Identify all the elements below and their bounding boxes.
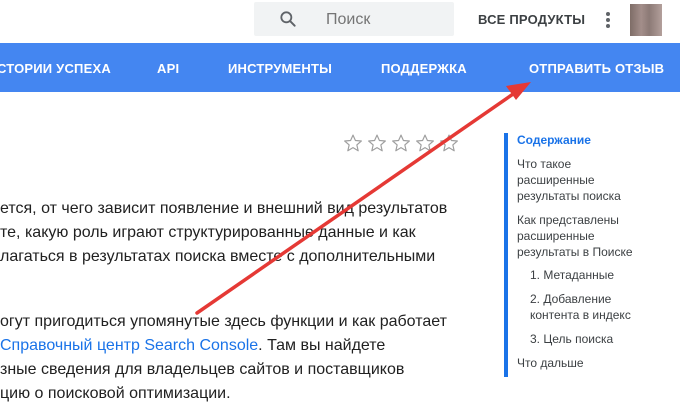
star-outline-icon[interactable] (343, 133, 363, 153)
body-text-line: Справочный центр Search Console. Там вы … (0, 334, 385, 358)
toc-subitem[interactable]: контента в индекс (530, 307, 631, 323)
top-bar: Поиск ВСЕ ПРОДУКТЫ (0, 0, 680, 40)
body-text-line: ется, от чего зависит появление и внешни… (0, 200, 448, 217)
star-outline-icon[interactable] (439, 133, 459, 153)
toc-title: Содержание (517, 133, 591, 147)
nav-item-tools[interactable]: ИНСТРУМЕНТЫ (228, 61, 332, 76)
more-vert-icon[interactable] (602, 10, 614, 30)
search-icon[interactable] (278, 9, 298, 29)
search-input[interactable]: Поиск (326, 11, 370, 29)
main-nav: СТОРИИ УСПЕХА API ИНСТРУМЕНТЫ ПОДДЕРЖКА … (0, 43, 680, 92)
body-text-line: лагаться в результатах поиска вместе с д… (0, 248, 436, 265)
star-outline-icon[interactable] (415, 133, 435, 153)
toc-item[interactable]: результаты в Поиске (517, 244, 633, 260)
search-box[interactable]: Поиск (254, 2, 454, 36)
star-outline-icon[interactable] (367, 133, 387, 153)
body-text-line: зные сведения для владельцев сайтов и по… (0, 361, 405, 378)
nav-item-api[interactable]: API (157, 61, 179, 76)
toc-subitem[interactable]: 1. Метаданные (530, 267, 614, 283)
toc-item[interactable]: расширенные (517, 228, 595, 244)
star-outline-icon[interactable] (391, 133, 411, 153)
toc-item[interactable]: Что такое (517, 156, 571, 172)
toc-subitem[interactable]: 3. Цель поиска (530, 331, 613, 347)
nav-item-success-stories[interactable]: СТОРИИ УСПЕХА (0, 61, 111, 76)
toc-subitem[interactable]: 2. Добавление (530, 291, 611, 307)
toc-item[interactable]: Как представлены (517, 212, 619, 228)
toc-item[interactable]: результаты поиска (517, 188, 621, 204)
body-text-line: те, какую роль играют структурированные … (0, 224, 416, 241)
body-text-line: огут пригодиться упомянутые здесь функци… (0, 313, 447, 330)
body-text-fragment: . Там вы найдете (258, 337, 386, 354)
body-text-line: цию о поисковой оптимизации. (0, 385, 231, 402)
search-console-help-link[interactable]: Справочный центр Search Console (0, 337, 258, 354)
avatar[interactable] (630, 4, 662, 36)
toc-item[interactable]: расширенные (517, 172, 595, 188)
toc-item[interactable]: Что дальше (517, 355, 584, 371)
all-products-link[interactable]: ВСЕ ПРОДУКТЫ (478, 12, 585, 27)
nav-item-send-feedback[interactable]: ОТПРАВИТЬ ОТЗЫВ (529, 61, 664, 76)
nav-item-support[interactable]: ПОДДЕРЖКА (381, 61, 467, 76)
toc-indicator (504, 133, 508, 377)
